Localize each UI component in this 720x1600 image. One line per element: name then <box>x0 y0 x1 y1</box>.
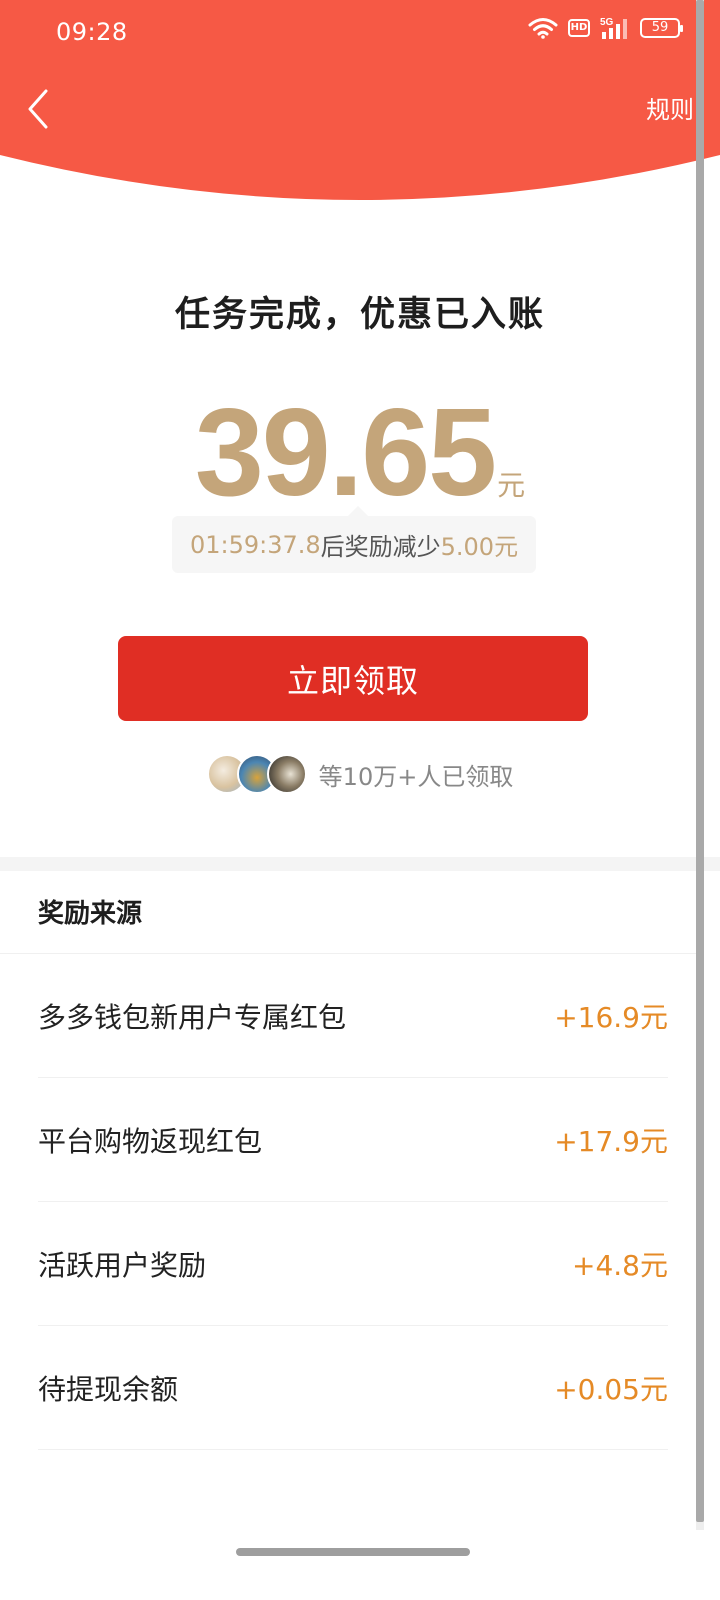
reward-amount-value: 39.65 <box>194 384 497 522</box>
battery-icon: 59 <box>640 18 683 38</box>
back-button[interactable] <box>22 86 58 132</box>
reward-source-name: 平台购物返现红包 <box>38 1124 263 1158</box>
claimed-users-row: 等10万+人已领取 <box>0 752 720 796</box>
reward-source-name: 活跃用户奖励 <box>38 1248 207 1282</box>
status-time: 09:28 <box>56 18 128 46</box>
scrollbar-thumb[interactable] <box>696 0 704 1522</box>
rules-link[interactable]: 规则 <box>646 90 694 125</box>
reward-sources-list: 多多钱包新用户专属红包 +16.9元 平台购物返现红包 +17.9元 活跃用户奖… <box>38 954 668 1450</box>
section-divider <box>0 857 720 871</box>
list-item: 活跃用户奖励 +4.8元 <box>38 1202 668 1326</box>
home-indicator[interactable] <box>236 1548 470 1556</box>
claim-button[interactable]: 立即领取 <box>118 636 588 721</box>
scrollbar[interactable] <box>696 0 704 1530</box>
avatar-group <box>206 754 307 794</box>
countdown-timer: 01:59:37.8 <box>189 530 321 559</box>
reward-source-name: 待提现余额 <box>38 1372 179 1406</box>
wifi-icon <box>528 18 558 39</box>
reward-amount: 39.65元 <box>0 382 720 524</box>
page-headline: 任务完成，优惠已入账 <box>174 295 545 335</box>
reward-sources-title: 奖励来源 <box>38 899 143 929</box>
list-item: 待提现余额 +0.05元 <box>38 1326 668 1450</box>
countdown-text: 后奖励减少 <box>320 533 441 561</box>
network-type-label: 5G <box>600 17 614 28</box>
reward-source-name: 多多钱包新用户专属红包 <box>38 1000 347 1034</box>
reward-source-amount: +4.8元 <box>572 1248 668 1282</box>
reward-source-amount: +17.9元 <box>554 1124 668 1158</box>
status-bar: 09:28 HD 5G 59 <box>0 0 720 64</box>
reward-source-amount: +0.05元 <box>554 1372 668 1406</box>
countdown-reduction: 5.00元 <box>440 533 519 561</box>
reward-amount-unit: 元 <box>497 469 526 502</box>
claimed-count-text: 等10万+人已领取 <box>318 762 514 791</box>
avatar <box>266 754 307 794</box>
cellular-signal-icon: 5G <box>600 17 627 39</box>
chevron-left-icon <box>28 89 48 129</box>
status-icons: HD 5G 59 <box>528 16 683 40</box>
hd-badge: HD <box>568 19 590 37</box>
list-item: 多多钱包新用户专属红包 +16.9元 <box>38 954 668 1078</box>
list-item: 平台购物返现红包 +17.9元 <box>38 1078 668 1202</box>
countdown-notice: 01:59:37.8 后奖励减少 5.00元 <box>172 506 536 573</box>
reward-source-amount: +16.9元 <box>554 1000 668 1034</box>
